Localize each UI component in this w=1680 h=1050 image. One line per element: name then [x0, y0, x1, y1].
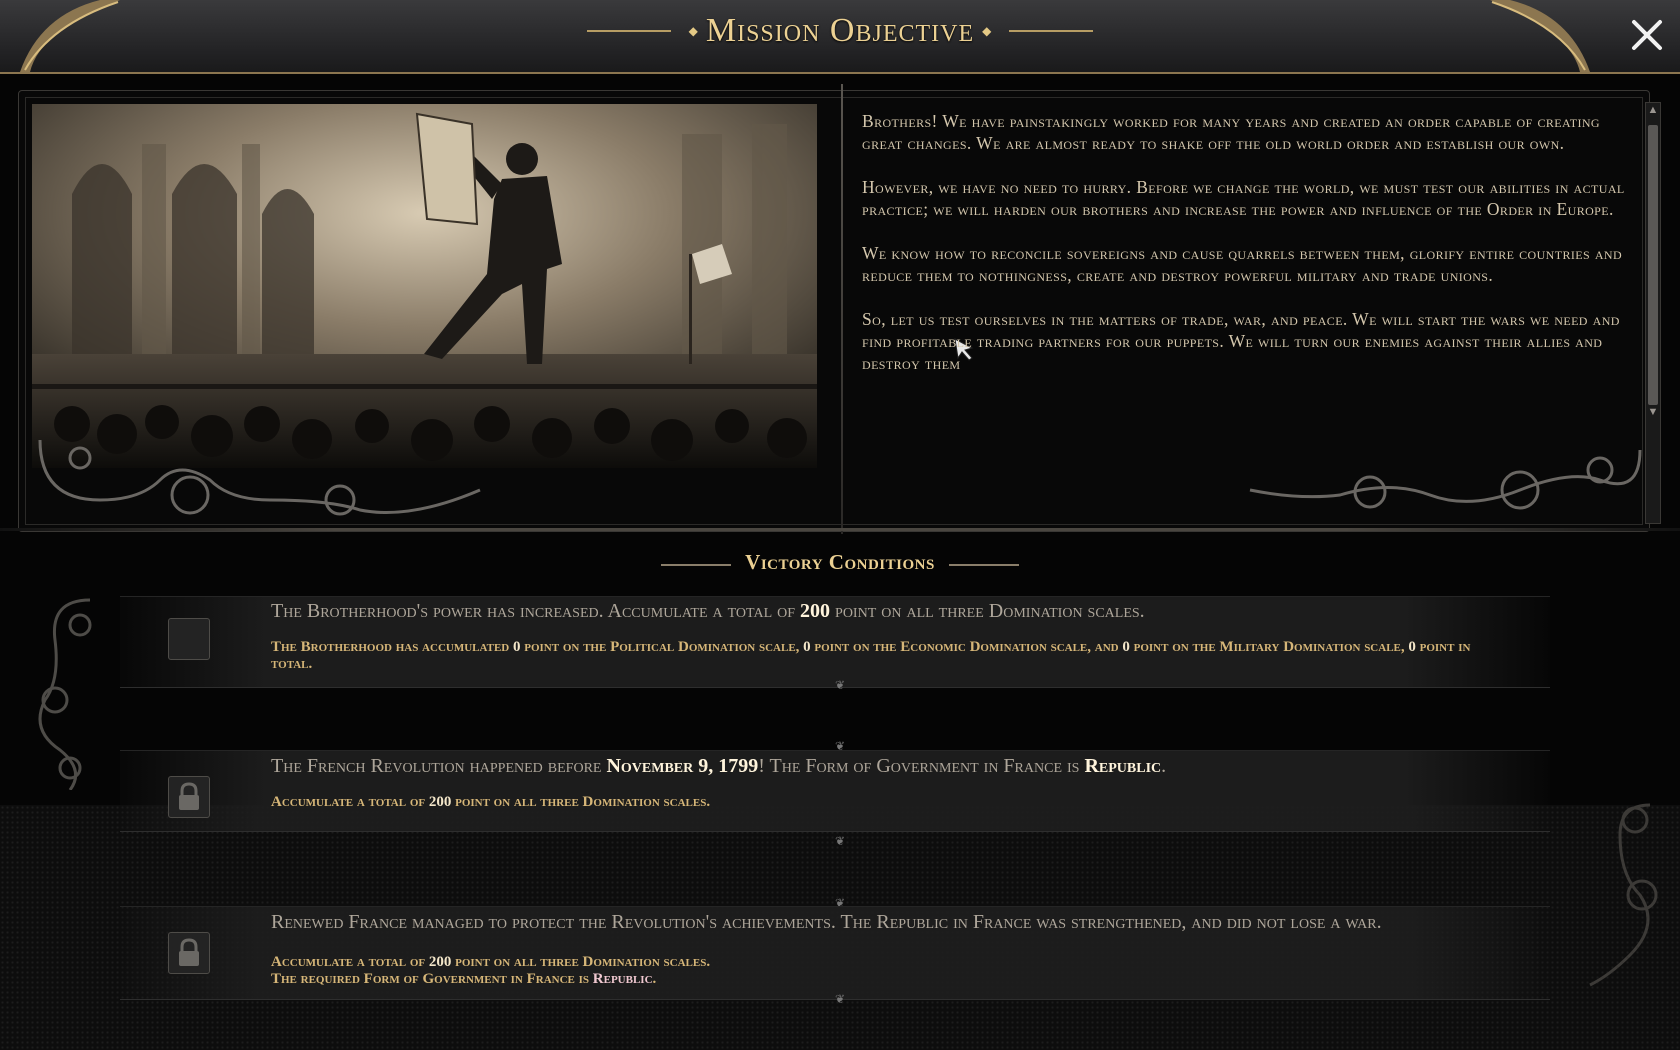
progress-value: 0: [1122, 639, 1130, 655]
requirement-value: 200: [428, 954, 452, 970]
progress-value: 0: [513, 639, 521, 655]
panel-divider: [841, 84, 843, 534]
requirement-text: point on all three Domination scales.: [451, 794, 711, 810]
lock-icon: [179, 782, 199, 810]
condition-title: The Brotherhood's power has increased. A…: [271, 601, 1511, 621]
condition-text: ! The Form of Government in France is: [758, 755, 1085, 777]
page-title: Mission Objective: [705, 12, 975, 49]
condition-highlight: Republic: [1084, 755, 1162, 777]
scroll-thumb[interactable]: [1648, 125, 1658, 405]
ornament-icon: ❦: [834, 678, 846, 692]
flourish-ornament-icon: [1249, 449, 1642, 510]
close-button[interactable]: [1620, 8, 1674, 62]
requirement-text: The required Form of Government in Franc…: [271, 971, 593, 987]
condition-title: Renewed France managed to protect the Re…: [271, 911, 1382, 933]
ornament-icon: [661, 564, 732, 567]
condition-checkbox: [168, 618, 210, 660]
condition-text: The Brotherhood's power has increased. A…: [271, 600, 801, 622]
progress-text: The Brotherhood has accumulated: [271, 639, 513, 655]
condition-text: point on all three Domination scales.: [830, 600, 1145, 622]
progress-text: point on the Economic Domination scale, …: [810, 639, 1123, 655]
condition-requirement: Accumulate a total of 200 point on all t…: [271, 954, 1511, 971]
condition-highlight: November 9, 1799: [606, 755, 759, 777]
condition-lock: [168, 776, 210, 818]
condition-requirement: The required Form of Government in Franc…: [271, 971, 1511, 988]
close-icon: [1632, 20, 1662, 50]
requirement-value: 200: [428, 794, 452, 810]
story-paragraph: So, let us test ourselves in the matters…: [862, 309, 1620, 373]
condition-requirement: Accumulate a total of 200 point on all t…: [271, 794, 1511, 811]
story-paragraph: However, we have no need to hurry. Befor…: [862, 177, 1625, 219]
progress-value: 0: [803, 639, 811, 655]
header-bar: ◆ Mission Objective ◆: [0, 0, 1680, 74]
story-paragraph: We know how to reconcile sovereigns and …: [862, 243, 1623, 285]
lock-icon: [179, 938, 199, 966]
title-rule-left: [586, 30, 671, 32]
story-paragraph: Brothers! We have painstakingly worked f…: [862, 111, 1600, 153]
victory-conditions-header: Victory Conditions: [0, 550, 1680, 575]
progress-text: point on the Political Domination scale,: [520, 639, 804, 655]
requirement-text: .: [652, 971, 657, 987]
mission-illustration: [32, 104, 817, 468]
condition-text: .: [1161, 755, 1167, 777]
flourish-ornament-icon: [38, 439, 481, 516]
title-rule-right: [1009, 30, 1094, 32]
mission-story-text[interactable]: Brothers! We have painstakingly worked f…: [862, 110, 1626, 440]
scroll-down-icon[interactable]: ▼: [1646, 405, 1660, 419]
right-flourish-icon: [1589, 803, 1658, 987]
condition-highlight: 200: [800, 600, 831, 622]
victory-conditions-title: Victory Conditions: [745, 550, 935, 574]
requirement-value: Republic: [592, 971, 653, 987]
requirement-text: point on all three Domination scales.: [451, 954, 711, 970]
ornament-icon: ❦: [834, 834, 846, 848]
requirement-text: Accumulate a total of: [271, 794, 429, 810]
condition-lock: [168, 932, 210, 974]
diamond-icon: ◆: [688, 23, 698, 38]
requirement-text: Accumulate a total of: [271, 954, 429, 970]
scroll-up-icon[interactable]: ▲: [1646, 103, 1660, 117]
ornament-icon: [948, 564, 1019, 567]
condition-title: The French Revolution happened before No…: [271, 756, 1511, 776]
condition-text: The French Revolution happened before: [271, 755, 607, 777]
condition-progress: The Brotherhood has accumulated 0 point …: [271, 639, 1511, 673]
diamond-icon: ◆: [982, 23, 992, 38]
section-rule: [0, 528, 1680, 531]
progress-text: point on the Military Domination scale,: [1129, 639, 1409, 655]
ornament-icon: ❦: [834, 992, 846, 1006]
progress-value: 0: [1408, 639, 1416, 655]
